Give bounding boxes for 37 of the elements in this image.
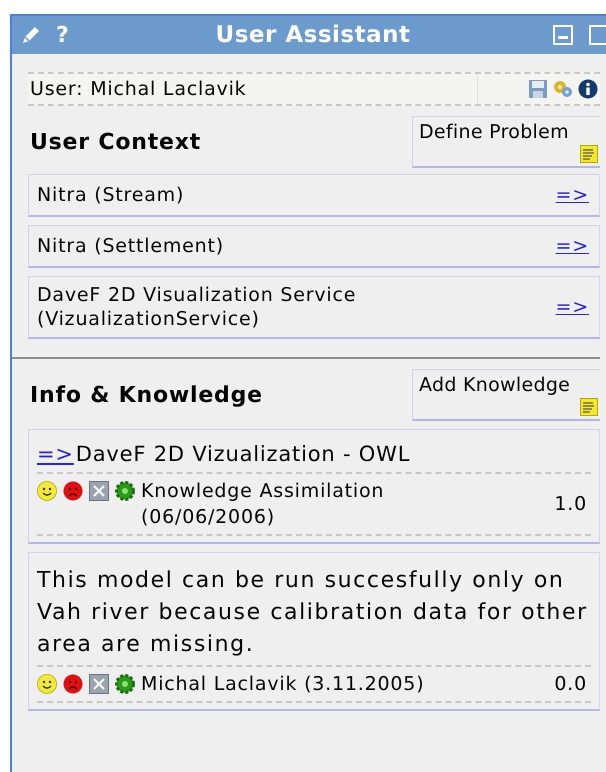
window-title: User Assistant bbox=[216, 22, 410, 48]
knowledge-title: DaveF 2D Vizualization - OWL bbox=[76, 442, 410, 466]
pencil-icon[interactable] bbox=[20, 24, 42, 46]
author-label: Michal Laclavik (3.11.2005) bbox=[141, 672, 424, 697]
save-icon[interactable] bbox=[528, 79, 548, 99]
gear-icon[interactable] bbox=[115, 481, 135, 501]
open-link[interactable]: => bbox=[556, 184, 589, 206]
delete-icon[interactable] bbox=[89, 481, 109, 501]
score-value: 1.0 bbox=[554, 493, 588, 515]
context-item[interactable]: Nitra (Settlement) => bbox=[28, 225, 600, 268]
context-label: Nitra (Stream) bbox=[37, 183, 184, 207]
minimize-icon[interactable] bbox=[552, 24, 574, 46]
frown-icon[interactable] bbox=[63, 481, 83, 501]
open-link[interactable]: => bbox=[556, 235, 589, 257]
context-label: Nitra (Settlement) bbox=[37, 234, 224, 258]
open-link[interactable]: => bbox=[556, 296, 589, 318]
delete-icon[interactable] bbox=[89, 674, 109, 694]
frown-icon[interactable] bbox=[63, 674, 83, 694]
author-label: Knowledge Assimilation (06/06/2006) bbox=[141, 479, 386, 530]
score-value: 0.0 bbox=[554, 673, 588, 695]
action-button[interactable]: Define Problem bbox=[412, 116, 600, 168]
section-title: User Context bbox=[29, 130, 202, 154]
action-button[interactable]: Add Knowledge bbox=[412, 369, 600, 421]
smiley-icon[interactable] bbox=[37, 481, 57, 501]
context-label: DaveF 2D Visualization Service (VizualizationService) bbox=[37, 283, 358, 331]
maximize-icon[interactable] bbox=[588, 24, 606, 46]
note-icon bbox=[580, 398, 598, 416]
note-icon bbox=[580, 145, 598, 163]
section-title: Info & Knowledge bbox=[29, 382, 263, 408]
open-link[interactable]: => bbox=[37, 442, 74, 466]
gear-icon[interactable] bbox=[115, 674, 135, 694]
info-icon[interactable] bbox=[578, 79, 598, 99]
smiley-icon[interactable] bbox=[37, 674, 57, 694]
context-item[interactable]: Nitra (Stream) => bbox=[28, 174, 600, 217]
user-label: User: Michal Laclavik bbox=[29, 78, 246, 100]
knowledge-note: This model can be run succesfully only on Vah river because calibration data for other area are missing. bbox=[37, 561, 591, 667]
context-item[interactable]: DaveF 2D Visualization Service (VizualizationService) => bbox=[28, 276, 600, 339]
